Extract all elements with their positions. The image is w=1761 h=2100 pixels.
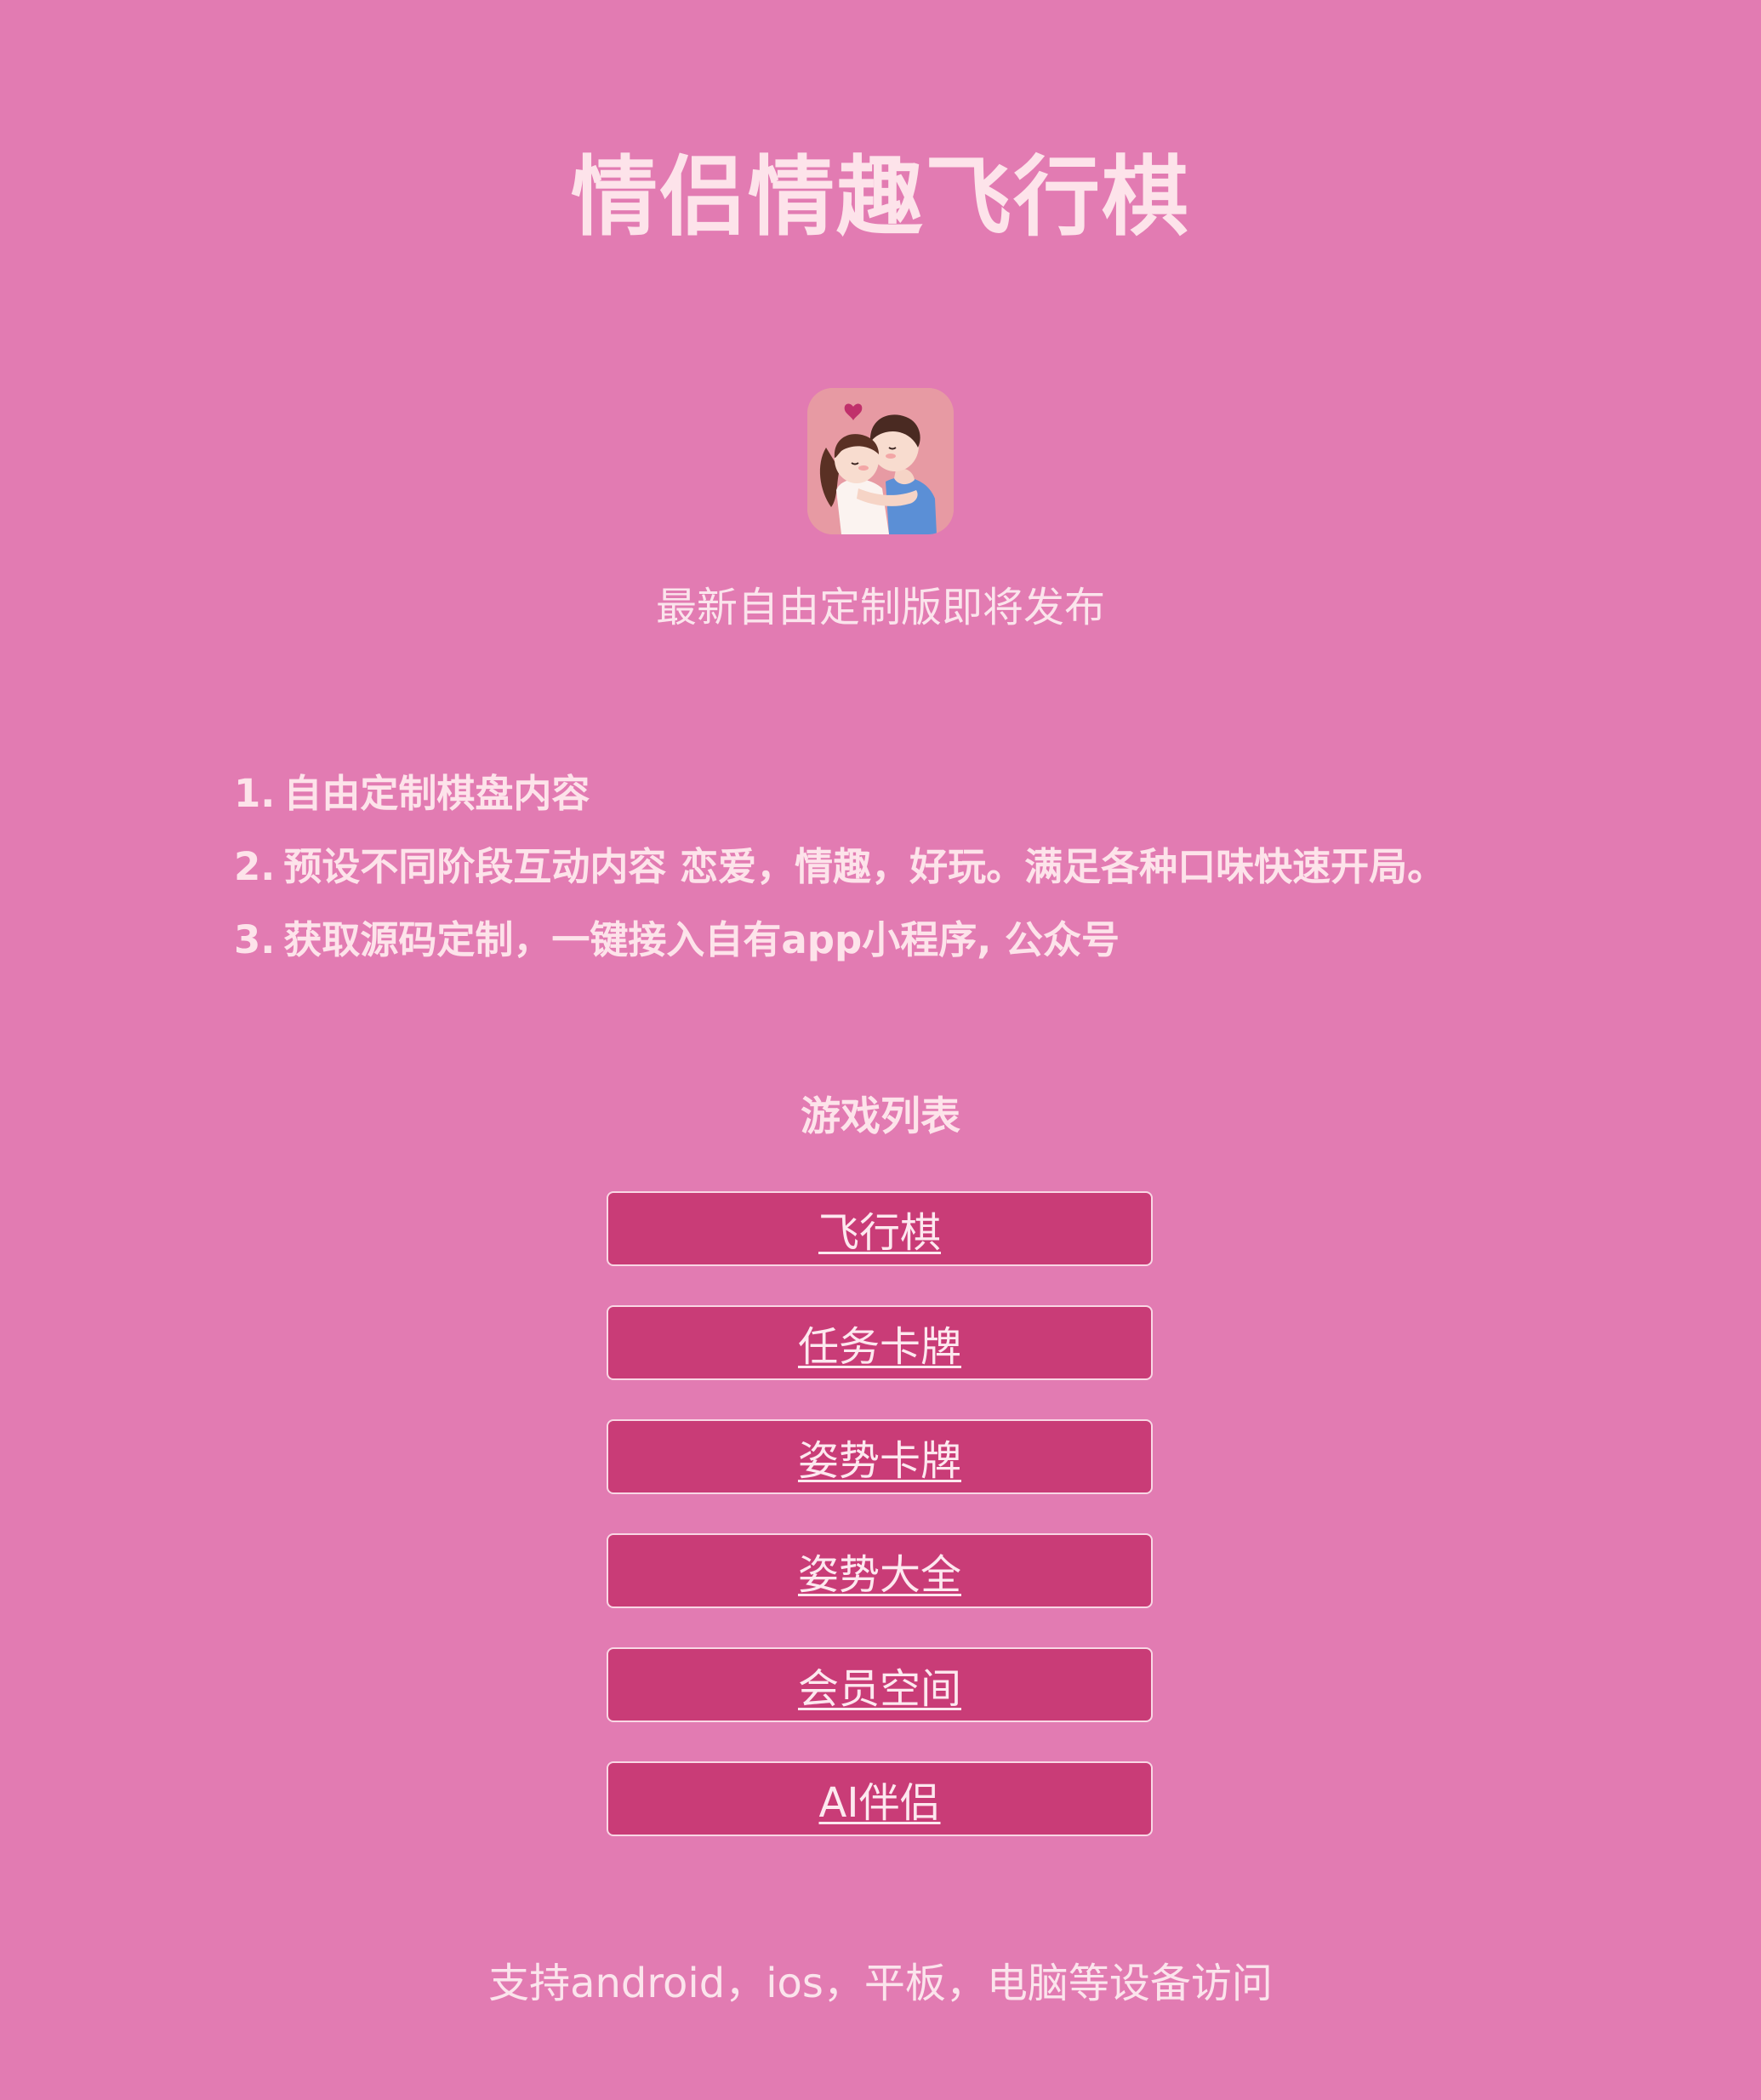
game-button-label: 飞行棋 xyxy=(818,1209,941,1257)
release-notice: 最新自由定制版即将发布 xyxy=(655,584,1105,631)
feature-item: 1. 自由定制棋盘内容 xyxy=(234,757,1680,830)
feature-item: 3. 获取源码定制，一键接入自有app小程序, 公众号 xyxy=(234,904,1680,977)
game-button-label: 姿势大全 xyxy=(797,1551,961,1599)
feature-number: 2. xyxy=(234,844,276,889)
feature-text: 自由定制棋盘内容 xyxy=(283,771,590,816)
game-button-member-space[interactable]: 会员空间 xyxy=(607,1647,1153,1722)
page-title: 情侣情趣飞行棋 xyxy=(571,147,1190,248)
game-button-flight-chess[interactable]: 飞行棋 xyxy=(607,1191,1153,1266)
game-button-label: 会员空间 xyxy=(797,1665,961,1713)
game-button-label: 任务卡牌 xyxy=(797,1323,961,1371)
feature-number: 1. xyxy=(234,771,276,816)
page: 情侣情趣飞行棋 最新自由定制版即将发布 1. 自由定制棋盘内容 2. 预设不同阶… xyxy=(0,0,1761,2100)
game-button-pose-cards[interactable]: 姿势卡牌 xyxy=(607,1419,1153,1494)
game-button-label: AI伴侣 xyxy=(818,1779,941,1827)
feature-text: 预设不同阶段互动内容 恋爱，情趣，好玩。满足各种口味快速开局。 xyxy=(283,844,1446,889)
feature-number: 3. xyxy=(234,917,276,962)
feature-text: 获取源码定制，一键接入自有app小程序, 公众号 xyxy=(283,917,1120,962)
device-support-note: 支持android，ios，平板，电脑等设备访问 xyxy=(488,1960,1273,2007)
couple-hug-icon xyxy=(807,388,954,534)
game-list-heading: 游戏列表 xyxy=(801,1093,960,1140)
game-button-task-cards[interactable]: 任务卡牌 xyxy=(607,1305,1153,1380)
feature-list: 1. 自由定制棋盘内容 2. 预设不同阶段互动内容 恋爱，情趣，好玩。满足各种口味快… xyxy=(234,757,1680,977)
game-button-ai-companion[interactable]: AI伴侣 xyxy=(607,1761,1153,1836)
feature-item: 2. 预设不同阶段互动内容 恋爱，情趣，好玩。满足各种口味快速开局。 xyxy=(234,830,1680,904)
game-button-label: 姿势卡牌 xyxy=(797,1437,961,1485)
game-button-pose-collection[interactable]: 姿势大全 xyxy=(607,1533,1153,1608)
